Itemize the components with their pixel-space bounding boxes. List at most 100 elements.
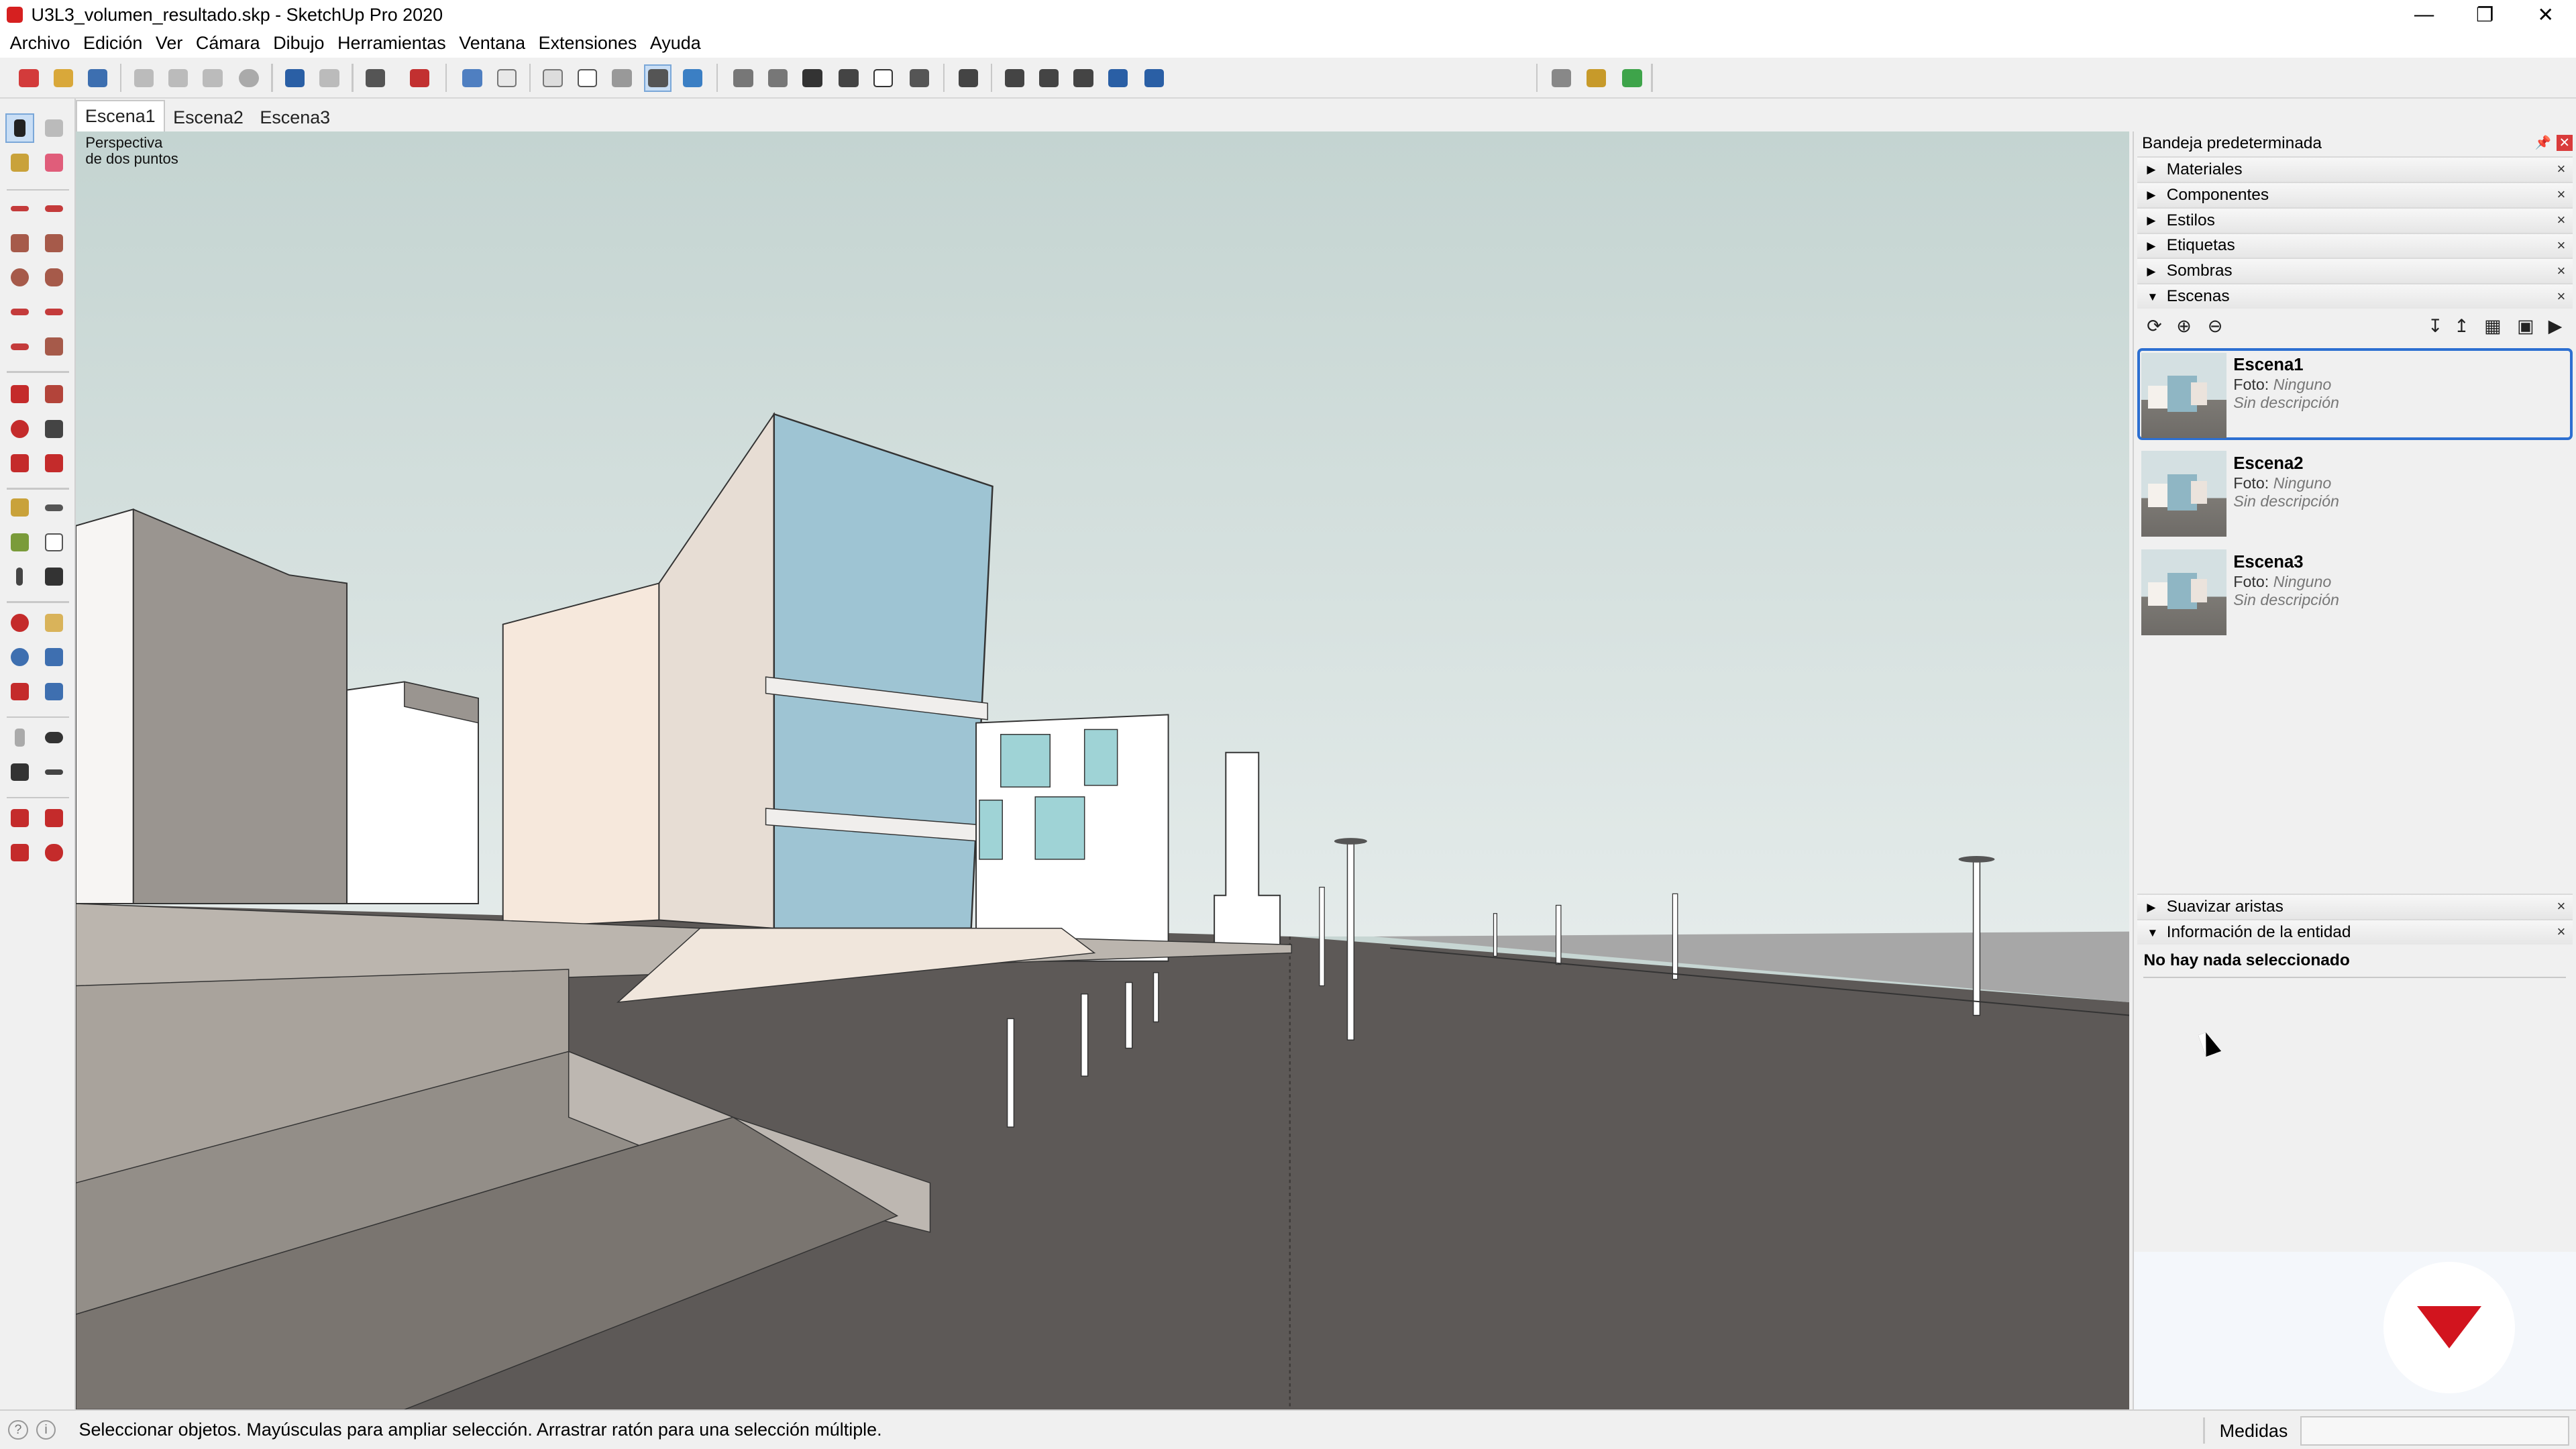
rotated-rectangle-icon[interactable] — [41, 230, 67, 256]
copy-icon[interactable] — [166, 66, 191, 91]
panel-close-icon[interactable]: × — [2553, 923, 2569, 940]
move-scene-down-icon[interactable]: ↧ — [2424, 315, 2446, 337]
zoom-extents-icon[interactable] — [7, 678, 33, 704]
shield-icon[interactable] — [1549, 66, 1574, 91]
minimize-icon[interactable]: — — [2394, 0, 2455, 30]
offset-icon[interactable] — [41, 450, 67, 476]
3d-text-icon[interactable] — [41, 564, 67, 590]
make-component-icon[interactable] — [41, 115, 67, 141]
menu-ventana[interactable]: Ventana — [452, 33, 531, 54]
measurements-input[interactable] — [2300, 1415, 2570, 1446]
xray-icon[interactable] — [541, 66, 566, 91]
paste-icon[interactable] — [201, 66, 225, 91]
move-scene-up-icon[interactable]: ↥ — [2451, 315, 2472, 337]
undo-icon[interactable] — [282, 66, 307, 91]
restore-icon[interactable]: ❐ — [2455, 0, 2516, 30]
tape-measure-icon[interactable] — [7, 494, 33, 521]
shaded-icon[interactable] — [644, 64, 672, 92]
model-viewport[interactable]: Perspectiva de dos puntos — [75, 131, 2129, 1410]
panel-close-icon[interactable]: × — [2553, 160, 2569, 177]
solid-subtract-icon[interactable] — [1071, 66, 1096, 91]
panel-sombras[interactable]: ▶ Sombras × — [2137, 258, 2573, 284]
extension-warehouse-icon[interactable] — [7, 839, 33, 865]
view-options-icon[interactable]: ▦ — [2482, 315, 2504, 337]
panel-close-icon[interactable]: × — [2553, 237, 2569, 254]
menu-ver[interactable]: Ver — [149, 33, 189, 54]
walk-icon[interactable] — [7, 759, 33, 785]
new-file-icon[interactable] — [16, 66, 41, 91]
front-view-icon[interactable] — [731, 66, 756, 91]
panel-componentes[interactable]: ▶ Componentes × — [2137, 181, 2573, 207]
polygon-icon[interactable] — [41, 264, 67, 290]
line-tool-icon[interactable] — [7, 195, 33, 221]
warehouse-tool-icon[interactable] — [7, 805, 33, 831]
menu-ayuda[interactable]: Ayuda — [643, 33, 707, 54]
move-icon[interactable] — [7, 381, 33, 407]
house-left-icon[interactable] — [871, 66, 896, 91]
look-around-icon[interactable] — [41, 724, 67, 751]
panel-entity-info[interactable]: ▼ Información de la entidad × — [2137, 919, 2573, 945]
erase-icon[interactable] — [237, 66, 262, 91]
share-model-icon[interactable] — [41, 805, 67, 831]
rectangle-icon[interactable] — [7, 230, 33, 256]
menu-dibujo[interactable]: Dibujo — [266, 33, 331, 54]
scene-details-icon[interactable]: ▣ — [2515, 315, 2536, 337]
scene-item[interactable]: Escena3 Foto: Ninguno Sin descripción — [2137, 545, 2573, 637]
panel-etiquetas[interactable]: ▶ Etiquetas × — [2137, 232, 2573, 258]
panel-close-icon[interactable]: × — [2553, 186, 2569, 203]
menu-edicion[interactable]: Edición — [76, 33, 149, 54]
remove-scene-icon[interactable]: ⊖ — [2204, 315, 2226, 337]
panel-close-icon[interactable]: × — [2553, 288, 2569, 305]
2pt-arc-icon[interactable] — [41, 299, 67, 325]
info-icon[interactable]: i — [36, 1419, 56, 1440]
tab-escena3[interactable]: Escena3 — [252, 103, 338, 131]
expand-details-icon[interactable]: ▶ — [2544, 315, 2566, 337]
wireframe-icon[interactable] — [575, 66, 600, 91]
shaded-textures-icon[interactable] — [680, 66, 705, 91]
warehouse-icon[interactable] — [956, 66, 981, 91]
pin-icon[interactable]: 📌 — [2535, 135, 2551, 151]
iso-view-icon[interactable] — [460, 66, 485, 91]
push-pull-icon[interactable] — [41, 381, 67, 407]
house-front-icon[interactable] — [800, 66, 825, 91]
menu-archivo[interactable]: Archivo — [3, 33, 76, 54]
add-scene-icon[interactable]: ⊕ — [2174, 315, 2195, 337]
axes-icon[interactable] — [7, 564, 33, 590]
update-scene-icon[interactable]: ⟳ — [2143, 315, 2165, 337]
zoom-icon[interactable] — [7, 644, 33, 670]
close-icon[interactable]: ✕ — [2515, 0, 2576, 30]
tab-escena1[interactable]: Escena1 — [75, 100, 165, 131]
redo-icon[interactable] — [317, 66, 342, 91]
model-info-icon[interactable] — [407, 66, 432, 91]
select-tool-icon[interactable] — [5, 113, 34, 143]
text-tool-icon[interactable] — [41, 529, 67, 555]
paint-bucket-icon[interactable] — [7, 150, 33, 176]
eraser-icon[interactable] — [41, 150, 67, 176]
follow-me-icon[interactable] — [41, 416, 67, 442]
extension-manager-icon[interactable] — [1584, 66, 1609, 91]
circle-icon[interactable] — [7, 264, 33, 290]
arc-icon[interactable] — [7, 299, 33, 325]
pan-icon[interactable] — [41, 610, 67, 636]
orbit-icon[interactable] — [7, 610, 33, 636]
ruby-icon[interactable] — [41, 839, 67, 865]
panel-close-icon[interactable]: × — [2553, 898, 2569, 914]
save-icon[interactable] — [85, 66, 110, 91]
panel-close-icon[interactable]: × — [2553, 262, 2569, 279]
cut-icon[interactable] — [131, 66, 156, 91]
section-plane-icon[interactable] — [41, 759, 67, 785]
solid-trim-icon[interactable] — [1106, 66, 1130, 91]
open-file-icon[interactable] — [51, 66, 76, 91]
right-view-icon[interactable] — [765, 66, 790, 91]
protractor-icon[interactable] — [7, 529, 33, 555]
geolocation-icon[interactable]: ? — [8, 1419, 28, 1440]
top-view-icon[interactable] — [494, 66, 519, 91]
panel-escenas[interactable]: ▼ Escenas × — [2137, 283, 2573, 309]
solid-split-icon[interactable] — [1142, 66, 1167, 91]
house-right-icon[interactable] — [907, 66, 932, 91]
print-icon[interactable] — [363, 66, 388, 91]
scene-item[interactable]: Escena1 Foto: Ninguno Sin descripción — [2137, 348, 2573, 441]
freehand-icon[interactable] — [41, 195, 67, 221]
scene-item[interactable]: Escena2 Foto: Ninguno Sin descripción — [2137, 447, 2573, 539]
panel-estilos[interactable]: ▶ Estilos × — [2137, 207, 2573, 233]
